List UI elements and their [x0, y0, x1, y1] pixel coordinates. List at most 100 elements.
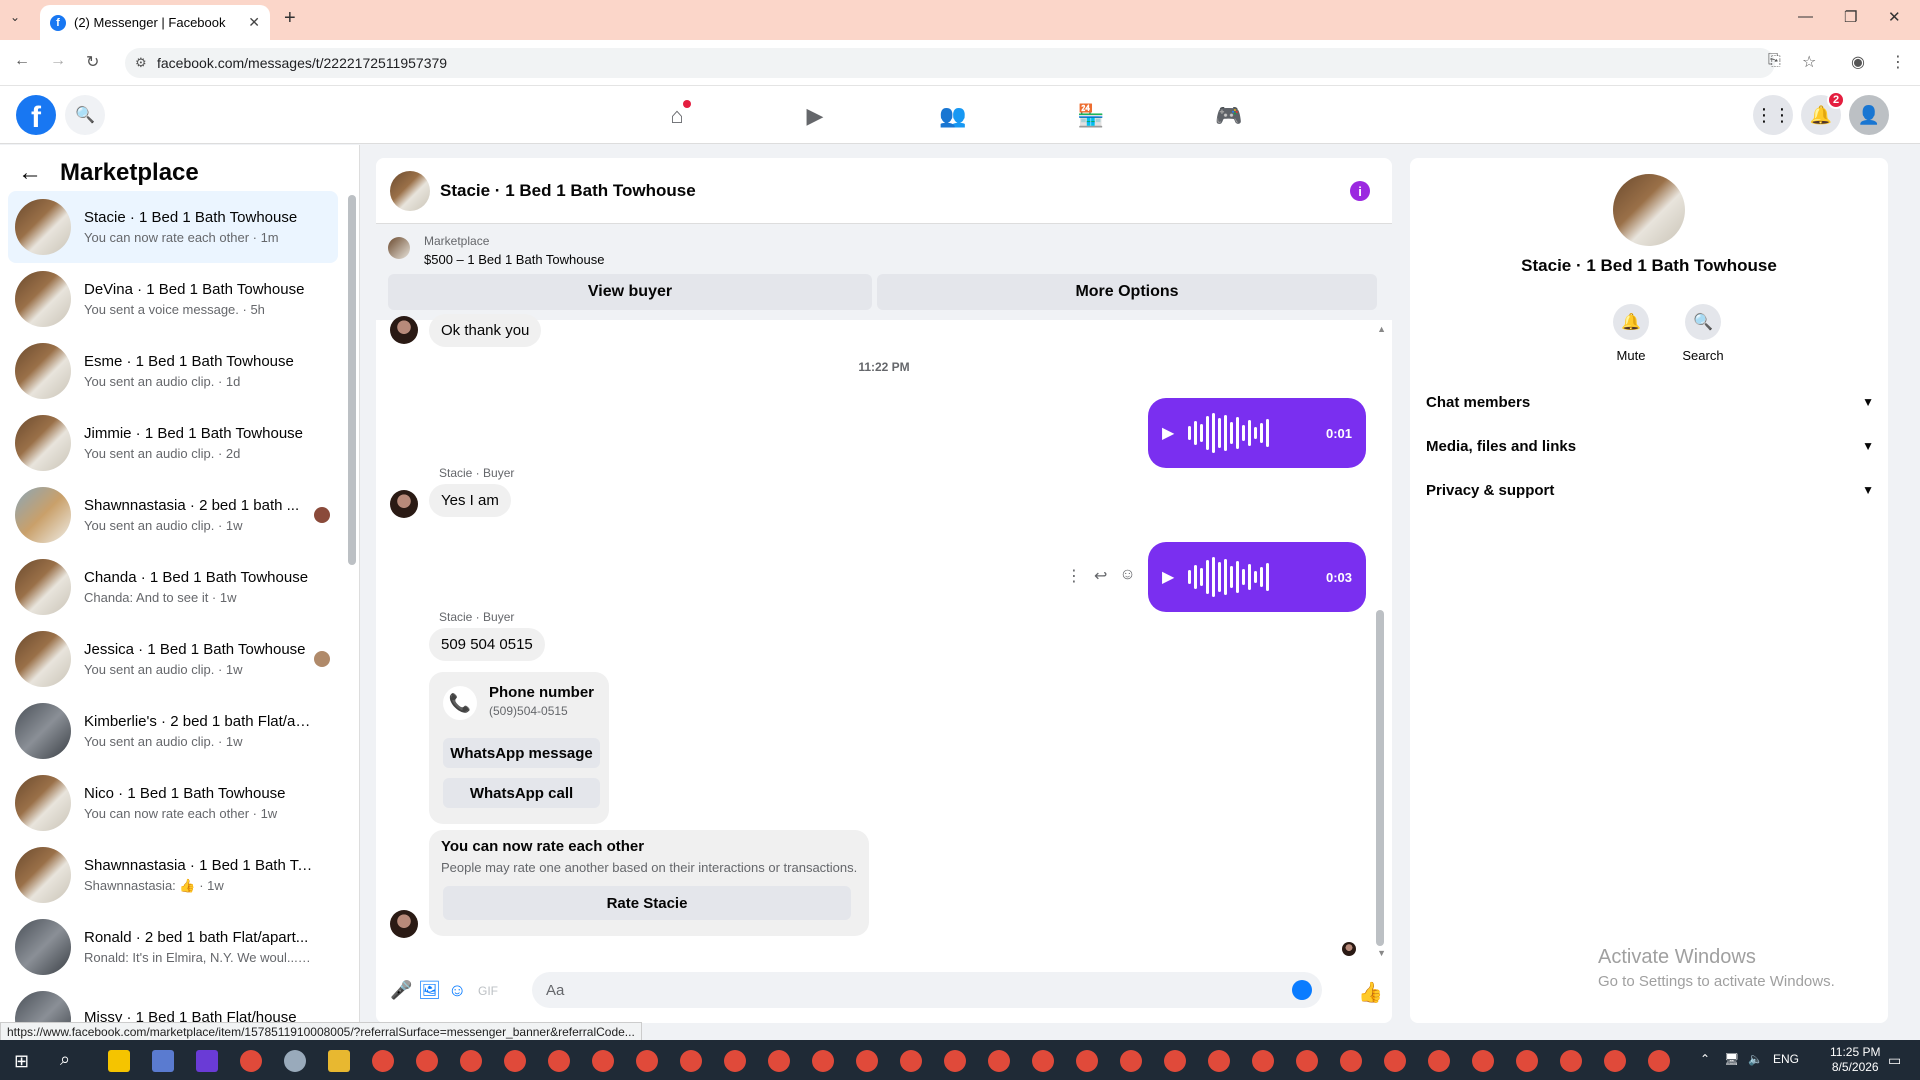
window-close-icon[interactable]: ✕ — [1888, 8, 1901, 26]
minimize-icon[interactable]: — — [1798, 8, 1813, 25]
emoji-icon[interactable] — [1292, 980, 1312, 1000]
taskbar-clock[interactable]: 11:25 PM 8/5/2026 — [1830, 1045, 1880, 1075]
whatsapp-message-button[interactable]: WhatsApp message — [443, 738, 600, 768]
search-icon[interactable]: 🔍 — [65, 95, 105, 135]
url-field[interactable]: ⚙ facebook.com/messages/t/22221725119573… — [125, 48, 1775, 78]
tray-chevron-icon[interactable]: ⌃ — [1700, 1052, 1710, 1066]
reply-icon[interactable]: ↩ — [1094, 566, 1107, 586]
install-app-icon[interactable]: ⎘ — [1768, 52, 1781, 70]
home-icon[interactable]: ⌂ — [661, 100, 693, 132]
tab-close-icon[interactable]: ✕ — [248, 14, 260, 31]
chrome-icon[interactable] — [504, 1050, 526, 1072]
facebook-logo-icon[interactable]: f — [16, 95, 56, 135]
browser-menu-icon[interactable]: ⋮ — [1890, 52, 1906, 72]
chrome-icon[interactable] — [1648, 1050, 1670, 1072]
notification-center-icon[interactable]: ▭ — [1888, 1052, 1901, 1069]
sticker-icon[interactable]: ☺ — [448, 980, 466, 1001]
chrome-icon[interactable] — [680, 1050, 702, 1072]
section-privacy-support[interactable]: Privacy & support ▼ — [1426, 468, 1874, 512]
chrome-icon[interactable] — [1076, 1050, 1098, 1072]
chrome-icon[interactable] — [1560, 1050, 1582, 1072]
chrome-icon[interactable] — [812, 1050, 834, 1072]
video-icon[interactable]: ▶ — [799, 100, 831, 132]
volume-icon[interactable]: 🔈 — [1748, 1052, 1763, 1066]
chrome-icon[interactable] — [944, 1050, 966, 1072]
conversation-item[interactable]: Kimberlie's · 2 bed 1 bath Flat/ap... You… — [8, 695, 338, 767]
conversation-item[interactable]: Chanda · 1 Bed 1 Bath Towhouse Chanda: An… — [8, 551, 338, 623]
more-icon[interactable]: ⋮ — [1066, 566, 1082, 586]
message-input[interactable]: Aa — [532, 972, 1322, 1008]
gaming-icon[interactable]: 🎮 — [1213, 100, 1245, 132]
conversation-item[interactable]: Jimmie · 1 Bed 1 Bath Towhouse You sent a… — [8, 407, 338, 479]
thumbs-up-icon[interactable]: 👍 — [1358, 980, 1383, 1005]
chat-avatar[interactable] — [390, 170, 430, 211]
conversation-item[interactable]: Stacie · 1 Bed 1 Bath Towhouse You can no… — [8, 191, 338, 263]
language-indicator[interactable]: ENG — [1773, 1052, 1799, 1066]
conversation-item[interactable]: Shawnnastasia · 2 bed 1 bath ... You sent… — [8, 479, 338, 551]
profile-icon[interactable]: ◉ — [1851, 52, 1865, 72]
conversation-item[interactable]: Jessica · 1 Bed 1 Bath Towhouse You sent … — [8, 623, 338, 695]
chrome-icon[interactable] — [460, 1050, 482, 1072]
app-icon[interactable] — [284, 1050, 306, 1072]
app-icon[interactable] — [196, 1050, 218, 1072]
chrome-icon[interactable] — [416, 1050, 438, 1072]
groups-icon[interactable]: 👥 — [937, 100, 969, 132]
more-options-button[interactable]: More Options — [877, 274, 1377, 310]
chrome-icon[interactable] — [1340, 1050, 1362, 1072]
chrome-icon[interactable] — [1384, 1050, 1406, 1072]
chrome-icon[interactable] — [768, 1050, 790, 1072]
whatsapp-call-button[interactable]: WhatsApp call — [443, 778, 600, 808]
chat-scrollbar[interactable] — [1376, 610, 1384, 946]
play-icon[interactable]: ▶ — [1162, 567, 1174, 587]
photo-icon[interactable]: 🖼 — [418, 980, 441, 1001]
site-info-icon[interactable]: ⚙ — [135, 55, 147, 71]
bookmark-star-icon[interactable]: ☆ — [1802, 52, 1816, 72]
listing-title[interactable]: $500 – 1 Bed 1 Bath Towhouse — [424, 252, 604, 267]
view-buyer-button[interactable]: View buyer — [388, 274, 872, 310]
audio-message[interactable]: ▶ 0:01 — [1148, 398, 1366, 468]
app-icon[interactable] — [152, 1050, 174, 1072]
chrome-icon[interactable] — [856, 1050, 878, 1072]
chrome-icon[interactable] — [548, 1050, 570, 1072]
audio-message[interactable]: ▶ 0:03 — [1148, 542, 1366, 612]
chrome-icon[interactable] — [592, 1050, 614, 1072]
info-icon[interactable]: i — [1350, 181, 1370, 201]
chrome-icon[interactable] — [636, 1050, 658, 1072]
marketplace-icon[interactable]: 🏪 — [1075, 100, 1107, 132]
restore-icon[interactable]: ❐ — [1844, 8, 1857, 26]
tab-search-chevron-icon[interactable]: ⌄ — [10, 10, 20, 24]
listing-thumbnail[interactable] — [388, 237, 410, 259]
browser-tab[interactable]: f (2) Messenger | Facebook ✕ — [40, 5, 270, 40]
chat-title[interactable]: Stacie · 1 Bed 1 Bath Towhouse — [440, 181, 696, 201]
conversation-item[interactable]: Ronald · 2 bed 1 bath Flat/apart... Ronal… — [8, 911, 338, 983]
conversation-item[interactable]: Nico · 1 Bed 1 Bath Towhouse You can now … — [8, 767, 338, 839]
chrome-icon[interactable] — [988, 1050, 1010, 1072]
chrome-icon[interactable] — [724, 1050, 746, 1072]
conversation-item[interactable]: Esme · 1 Bed 1 Bath Towhouse You sent an … — [8, 335, 338, 407]
chrome-icon[interactable] — [1604, 1050, 1626, 1072]
chrome-icon[interactable] — [1252, 1050, 1274, 1072]
chrome-icon[interactable] — [1428, 1050, 1450, 1072]
mute-button[interactable]: 🔔 Mute — [1601, 304, 1661, 363]
reload-icon[interactable]: ↻ — [86, 52, 99, 72]
chrome-icon[interactable] — [1164, 1050, 1186, 1072]
conversation-item[interactable]: Shawnnastasia · 1 Bed 1 Bath To... Shawnn… — [8, 839, 338, 911]
chrome-icon[interactable] — [1208, 1050, 1230, 1072]
sidebar-scrollbar[interactable] — [348, 195, 356, 565]
windows-start-icon[interactable]: ⊞ — [14, 1051, 29, 1072]
back-icon[interactable]: ← — [14, 52, 30, 70]
chrome-icon[interactable] — [372, 1050, 394, 1072]
taskbar-search-icon[interactable]: ⌕ — [60, 1049, 70, 1070]
search-conversation-button[interactable]: 🔍 Search — [1673, 304, 1733, 363]
account-avatar[interactable]: 👤 — [1849, 95, 1889, 135]
new-tab-icon[interactable]: + — [284, 7, 296, 30]
gif-icon[interactable]: GIF — [478, 984, 498, 998]
chrome-icon[interactable] — [900, 1050, 922, 1072]
scroll-up-icon[interactable]: ▲ — [1377, 324, 1386, 334]
file-explorer-icon[interactable] — [328, 1050, 350, 1072]
notifications-bell-icon[interactable]: 🔔 2 — [1801, 91, 1845, 135]
section-media-files-links[interactable]: Media, files and links ▼ — [1426, 424, 1874, 468]
chrome-icon[interactable] — [1120, 1050, 1142, 1072]
rate-button[interactable]: Rate Stacie — [443, 886, 851, 920]
sticky-notes-icon[interactable] — [108, 1050, 130, 1072]
